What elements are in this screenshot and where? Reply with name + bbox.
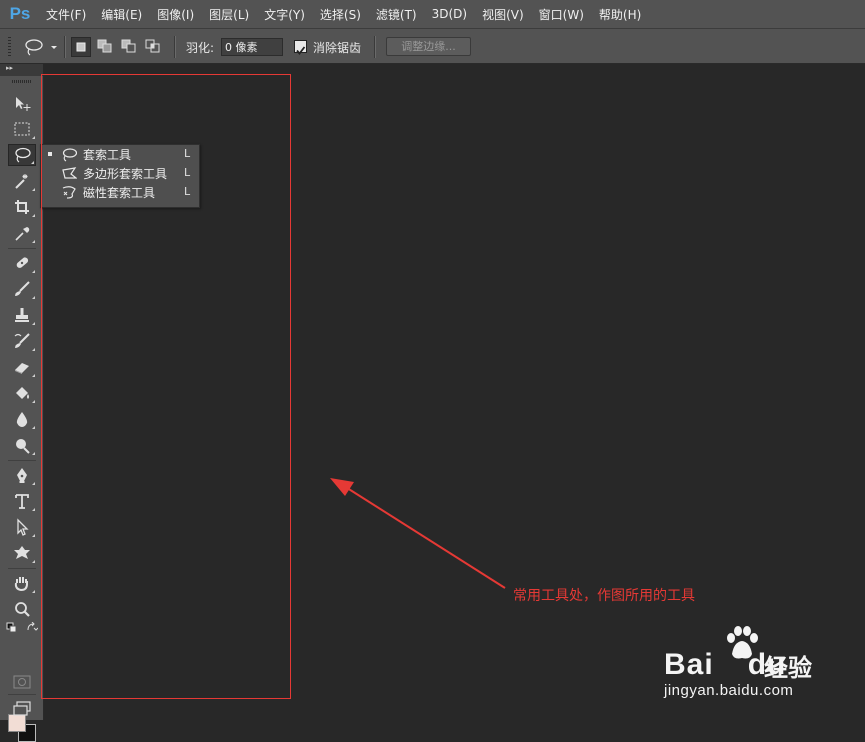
zoom-icon xyxy=(15,602,30,617)
tool-lasso[interactable] xyxy=(8,144,36,166)
new-selection-icon xyxy=(76,42,86,52)
tool-separator xyxy=(8,248,36,249)
quick-mask-icon[interactable] xyxy=(12,674,32,690)
magic-wand-icon xyxy=(15,174,28,189)
menu-file[interactable]: 文件(F) xyxy=(40,6,92,23)
watermark-url: jingyan.baidu.com xyxy=(664,682,794,699)
chevron-down-icon xyxy=(51,46,57,49)
tool-brush[interactable] xyxy=(8,278,36,300)
paint-bucket-icon xyxy=(16,387,29,399)
tool-dodge[interactable] xyxy=(8,434,36,456)
menu-select[interactable]: 选择(S) xyxy=(314,6,367,23)
shape-icon xyxy=(14,546,30,559)
hand-icon xyxy=(14,577,28,592)
subtract-selection-icon xyxy=(121,39,136,53)
options-separator xyxy=(64,36,66,58)
baidu-jingyan-watermark: Bai du 经验 jingyan.baidu.com xyxy=(664,624,824,704)
checkmark-icon xyxy=(296,46,306,55)
swap-colors-icon[interactable] xyxy=(26,622,38,634)
new-selection-button[interactable] xyxy=(71,37,91,57)
annotation-text: 常用工具处，作图所用的工具 xyxy=(513,588,695,604)
eyedropper-icon xyxy=(15,227,30,241)
menu-type[interactable]: 文字(Y) xyxy=(258,6,311,23)
intersect-selection-button[interactable] xyxy=(144,37,164,57)
app-logo: Ps xyxy=(9,4,31,23)
menu-bar: Ps 文件(F) 编辑(E) 图像(I) 图层(L) 文字(Y) 选择(S) 滤… xyxy=(0,0,865,28)
brush-icon xyxy=(15,281,30,296)
tool-history-brush[interactable] xyxy=(8,330,36,352)
highlight-rectangle xyxy=(41,74,291,699)
tools-panel xyxy=(0,76,44,742)
lasso-icon xyxy=(15,147,31,163)
tool-shape[interactable] xyxy=(8,542,36,564)
marquee-icon xyxy=(14,122,30,136)
menu-view[interactable]: 视图(V) xyxy=(476,6,530,23)
screen-mode-icon[interactable] xyxy=(12,700,32,718)
blur-icon xyxy=(16,412,28,427)
subtract-selection-button[interactable] xyxy=(120,37,140,57)
collapse-arrows-icon[interactable]: ▸▸ xyxy=(6,64,13,72)
lasso-icon xyxy=(25,39,57,56)
menu-image[interactable]: 图像(I) xyxy=(151,6,200,23)
annotation-arrow-icon xyxy=(330,478,506,589)
path-selection-icon xyxy=(17,518,29,536)
tool-path-selection[interactable] xyxy=(8,516,36,538)
tool-clone-stamp[interactable] xyxy=(8,304,36,326)
menu-3d[interactable]: 3D(D) xyxy=(426,7,473,21)
antialias-label: 消除锯齿 xyxy=(313,41,362,55)
tool-separator xyxy=(8,460,36,461)
dodge-icon xyxy=(16,439,30,454)
tool-healing-brush[interactable] xyxy=(8,252,36,274)
tool-hand[interactable] xyxy=(8,572,36,594)
options-bar-grip[interactable] xyxy=(8,37,11,57)
eraser-icon xyxy=(15,363,29,374)
tool-zoom[interactable] xyxy=(8,598,36,620)
tool-pen[interactable] xyxy=(8,464,36,486)
menu-filter[interactable]: 滤镜(T) xyxy=(370,6,423,23)
type-icon xyxy=(15,494,29,509)
tool-marquee[interactable] xyxy=(8,118,36,140)
history-brush-icon xyxy=(14,333,30,348)
pen-icon xyxy=(17,468,27,483)
options-bar: 羽化: 消除锯齿 调整边缘... xyxy=(0,28,865,64)
clone-stamp-icon xyxy=(15,308,29,322)
default-colors-icon[interactable] xyxy=(6,622,18,634)
crop-icon xyxy=(15,200,29,214)
antialias-checkbox[interactable] xyxy=(294,40,307,55)
menu-edit[interactable]: 编辑(E) xyxy=(95,6,148,23)
tool-crop[interactable] xyxy=(8,196,36,218)
refine-edge-button[interactable]: 调整边缘... xyxy=(386,37,471,56)
tool-blur[interactable] xyxy=(8,408,36,430)
toolbar-header[interactable]: ▸▸ xyxy=(0,64,43,76)
tool-magic-wand[interactable] xyxy=(8,170,36,192)
tool-move[interactable] xyxy=(8,92,36,114)
intersect-selection-icon xyxy=(145,39,160,53)
menu-window[interactable]: 窗口(W) xyxy=(533,6,590,23)
tool-paint-bucket[interactable] xyxy=(8,382,36,404)
add-to-selection-button[interactable] xyxy=(96,37,116,57)
feather-label: 羽化: xyxy=(186,41,215,55)
healing-brush-icon xyxy=(16,257,29,268)
options-separator xyxy=(174,36,176,58)
feather-input[interactable] xyxy=(221,38,283,56)
tool-preset-picker[interactable] xyxy=(22,37,60,57)
add-selection-icon xyxy=(97,39,112,53)
tool-eyedropper[interactable] xyxy=(8,222,36,244)
watermark-product: 经验 xyxy=(764,654,812,682)
tool-separator xyxy=(8,694,36,695)
tool-type[interactable] xyxy=(8,490,36,512)
menu-help[interactable]: 帮助(H) xyxy=(593,6,647,23)
tools-panel-grip[interactable] xyxy=(12,80,32,83)
options-separator xyxy=(374,36,376,58)
move-icon xyxy=(16,97,31,111)
tool-separator xyxy=(8,568,36,569)
menu-layer[interactable]: 图层(L) xyxy=(203,6,255,23)
tool-eraser[interactable] xyxy=(8,356,36,378)
